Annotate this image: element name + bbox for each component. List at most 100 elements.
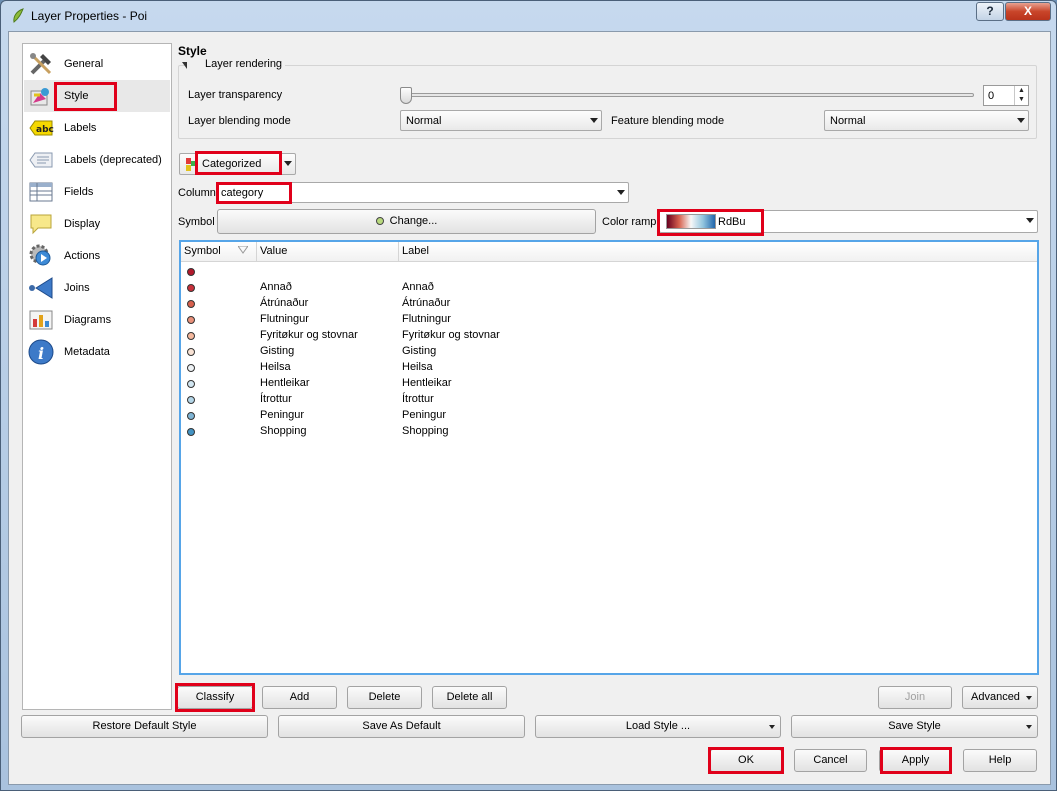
sidebar-item-diagrams[interactable]: Diagrams	[24, 304, 170, 336]
category-symbol-icon[interactable]	[187, 332, 195, 340]
sidebar-item-label: General	[64, 58, 104, 70]
sidebar-item-label: Fields	[64, 186, 94, 198]
save-as-default-button[interactable]: Save As Default	[278, 715, 525, 738]
table-row[interactable]: Hentleikar Hentleikar	[181, 376, 1037, 392]
sidebar-item-label: Actions	[64, 250, 101, 262]
change-symbol-button[interactable]: Change...	[217, 209, 596, 234]
column-header-label[interactable]: Label	[399, 242, 1039, 262]
categories-table[interactable]: Symbol Value Label Annað Annað Átrúnaður Át…	[179, 240, 1039, 675]
sidebar-item-general[interactable]: General	[24, 48, 170, 80]
category-symbol-icon[interactable]	[187, 428, 195, 436]
delete-all-button[interactable]: Delete all	[432, 686, 507, 709]
sidebar-item-label: Labels (deprecated)	[64, 154, 162, 166]
table-row[interactable]: Átrúnaður Átrúnaður	[181, 296, 1037, 312]
sidebar-item-labels-deprecated[interactable]: Labels (deprecated)	[24, 144, 170, 176]
join-button[interactable]: Join	[878, 686, 952, 709]
dropdown-arrow-icon	[587, 111, 601, 130]
transparency-value: 0	[988, 90, 995, 102]
column-label: Column	[178, 187, 216, 199]
window-close-button[interactable]: X	[1005, 2, 1051, 21]
category-value: Hentleikar	[260, 377, 310, 389]
feature-blending-label: Feature blending mode	[611, 115, 725, 127]
dropdown-arrow-icon	[1023, 211, 1037, 232]
table-row[interactable]: Annað Annað	[181, 280, 1037, 296]
change-button-label: Change...	[389, 215, 438, 227]
delete-button[interactable]: Delete	[347, 686, 422, 709]
category-symbol-icon[interactable]	[187, 412, 195, 420]
feature-blending-combo[interactable]: Normal	[824, 110, 1029, 131]
sidebar-item-joins[interactable]: Joins	[24, 272, 170, 304]
join-arrow-icon	[29, 277, 53, 299]
advanced-label: Advanced	[971, 691, 1020, 703]
category-value: Peningur	[260, 409, 305, 421]
gear-play-icon	[29, 244, 51, 266]
save-style-button[interactable]: Save Style	[791, 715, 1038, 738]
table-row[interactable]: Gisting Gisting	[181, 344, 1037, 360]
table-row[interactable]: Flutningur Flutningur	[181, 312, 1037, 328]
highlight-color-ramp	[657, 209, 764, 236]
dropdown-arrow-icon	[1026, 725, 1032, 729]
window-help-button[interactable]: ?	[976, 2, 1004, 21]
transparency-spinbox[interactable]: 0 ▲ ▼	[983, 85, 1029, 106]
paint-style-icon	[30, 88, 49, 106]
cancel-button[interactable]: Cancel	[794, 749, 867, 772]
layer-blending-label: Layer blending mode	[188, 115, 291, 127]
category-symbol-icon[interactable]	[187, 364, 195, 372]
category-label: Shopping	[402, 425, 449, 437]
transparency-slider-track[interactable]	[406, 93, 974, 97]
sidebar-item-metadata[interactable]: i Metadata	[24, 336, 170, 368]
color-ramp-label: Color ramp	[602, 216, 657, 228]
category-label: Gisting	[402, 345, 437, 357]
category-value: Gisting	[260, 345, 295, 357]
category-label: Hentleikar	[402, 377, 452, 389]
label-deprecated-icon	[29, 152, 53, 168]
help-button[interactable]: Help	[963, 749, 1037, 772]
layer-rendering-title[interactable]: Layer rendering	[187, 58, 286, 70]
abc-label-icon: abc	[29, 120, 54, 136]
dialog-body: General Style abc Labels Labels (depreca…	[8, 31, 1051, 785]
table-header: Symbol Value Label	[181, 242, 1037, 262]
category-symbol-icon[interactable]	[187, 284, 195, 292]
sidebar-item-fields[interactable]: Fields	[24, 176, 170, 208]
category-symbol-icon[interactable]	[187, 316, 195, 324]
load-style-button[interactable]: Load Style ...	[535, 715, 781, 738]
wrench-hammer-icon	[30, 53, 52, 75]
category-label: Átrúnaður	[402, 297, 451, 309]
category-value: Fyritøkur og stovnar	[260, 329, 358, 341]
qgis-logo-icon	[13, 8, 24, 23]
add-button[interactable]: Add	[262, 686, 337, 709]
category-value: Shopping	[260, 425, 307, 437]
transparency-slider-handle[interactable]	[400, 87, 412, 104]
dropdown-arrow-icon	[769, 725, 775, 729]
sidebar-item-labels[interactable]: abc Labels	[24, 112, 170, 144]
style-heading: Style	[178, 44, 207, 58]
sidebar-item-label: Metadata	[64, 346, 110, 358]
title-bar: Layer Properties - Poi ? X	[1, 1, 1056, 31]
window-title: Layer Properties - Poi	[31, 9, 148, 23]
sidebar-item-actions[interactable]: Actions	[24, 240, 170, 272]
table-row[interactable]: Heilsa Heilsa	[181, 360, 1037, 376]
table-row[interactable]: Ítrottur Ítrottur	[181, 392, 1037, 408]
advanced-button[interactable]: Advanced	[962, 686, 1038, 709]
highlight-apply	[880, 747, 952, 774]
category-symbol-icon[interactable]	[187, 300, 195, 308]
layer-blending-combo[interactable]: Normal	[400, 110, 602, 131]
category-symbol-icon[interactable]	[187, 268, 195, 276]
restore-default-style-button[interactable]: Restore Default Style	[21, 715, 268, 738]
symbol-label: Symbol	[178, 216, 215, 228]
column-header-value[interactable]: Value	[257, 242, 399, 262]
layer-properties-window: Layer Properties - Poi ? X General Style	[0, 0, 1057, 791]
dropdown-arrow-icon	[1026, 696, 1032, 700]
table-row[interactable]	[181, 264, 1037, 280]
svg-text:abc: abc	[36, 125, 54, 135]
category-symbol-icon[interactable]	[187, 348, 195, 356]
sidebar-item-display[interactable]: Display	[24, 208, 170, 240]
spin-arrows-icon[interactable]: ▲ ▼	[1014, 86, 1028, 105]
category-symbol-icon[interactable]	[187, 380, 195, 388]
column-header-symbol[interactable]: Symbol	[181, 242, 257, 262]
highlight-column	[216, 182, 292, 204]
category-symbol-icon[interactable]	[187, 396, 195, 404]
table-row[interactable]: Peningur Peningur	[181, 408, 1037, 424]
table-row[interactable]: Fyritøkur og stovnar Fyritøkur og stovnar	[181, 328, 1037, 344]
table-row[interactable]: Shopping Shopping	[181, 424, 1037, 440]
